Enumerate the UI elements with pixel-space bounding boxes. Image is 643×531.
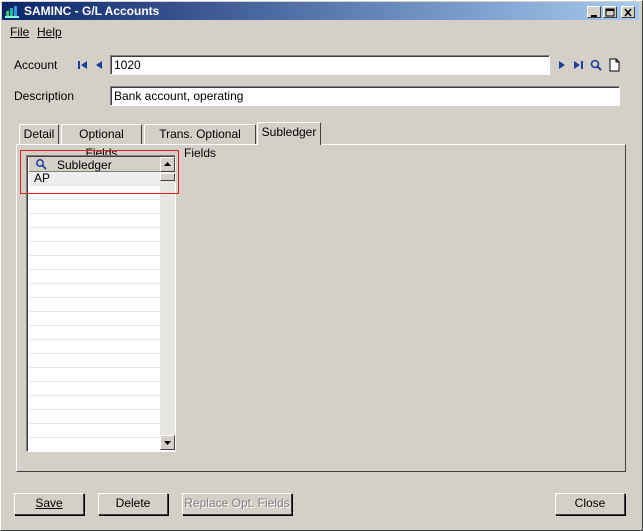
account-label: Account (14, 58, 58, 72)
table-row[interactable] (29, 340, 160, 354)
table-row[interactable] (29, 396, 160, 410)
description-input[interactable]: Bank account, operating (110, 86, 620, 106)
new-document-icon[interactable] (607, 58, 621, 72)
minimize-button[interactable] (587, 6, 601, 18)
save-button-label: Save (35, 496, 63, 510)
maximize-button[interactable] (603, 6, 617, 18)
tab-trans-optional-fields[interactable]: Trans. Optional Fields (144, 124, 256, 160)
menu-help[interactable]: Help (37, 24, 62, 40)
table-row[interactable] (29, 438, 160, 451)
table-row[interactable] (29, 326, 160, 340)
menu-file[interactable]: File (10, 24, 29, 40)
table-row[interactable] (29, 410, 160, 424)
tab-optional-fields[interactable]: Optional Fields (61, 124, 142, 160)
table-row[interactable] (29, 242, 160, 256)
last-record-icon[interactable] (571, 58, 585, 72)
maximize-icon (605, 8, 615, 17)
scroll-up-button[interactable] (160, 157, 175, 172)
tab-detail-label: Detail (23, 127, 55, 141)
table-row[interactable]: AP (29, 172, 160, 186)
window-title: SAMINC - G/L Accounts (24, 4, 160, 18)
table-row[interactable] (29, 312, 160, 326)
table-row[interactable] (29, 228, 160, 242)
subledger-grid[interactable]: Subledger AP (26, 155, 176, 452)
tab-detail[interactable]: Detail (19, 124, 59, 144)
previous-record-icon[interactable] (93, 58, 107, 72)
grid-search-icon[interactable] (35, 158, 48, 171)
table-row[interactable] (29, 382, 160, 396)
menu-file-label: File (10, 25, 30, 39)
scroll-down-button[interactable] (160, 435, 175, 450)
delete-button[interactable]: Delete (98, 493, 168, 515)
tab-subledger[interactable]: Subledger (257, 122, 321, 145)
tab-subledger-label: Subledger (261, 125, 317, 139)
account-input[interactable]: 1020 (110, 55, 550, 75)
description-label: Description (14, 89, 75, 103)
minimize-icon (591, 15, 597, 17)
table-row[interactable] (29, 284, 160, 298)
close-window-button[interactable] (621, 6, 635, 18)
table-row[interactable] (29, 354, 160, 368)
save-button[interactable]: Save (14, 493, 84, 515)
scroll-up-icon (164, 162, 171, 166)
grid-scrollbar[interactable] (160, 157, 175, 450)
next-record-icon[interactable] (555, 58, 569, 72)
table-row[interactable] (29, 186, 160, 200)
table-row[interactable] (29, 214, 160, 228)
table-row[interactable] (29, 424, 160, 438)
table-row[interactable] (29, 298, 160, 312)
menu-help-label: Help (37, 25, 62, 39)
grid-header[interactable]: Subledger (29, 157, 160, 172)
replace-opt-fields-button[interactable]: Replace Opt. Fields (182, 493, 292, 515)
title-bar[interactable]: SAMINC - G/L Accounts (2, 2, 639, 20)
first-record-icon[interactable] (76, 58, 90, 72)
table-row[interactable] (29, 200, 160, 214)
table-row[interactable] (29, 368, 160, 382)
replace-opt-fields-label: Replace Opt. Fields (184, 496, 290, 510)
app-icon (5, 6, 19, 18)
close-icon (624, 8, 632, 17)
scroll-down-icon (164, 441, 171, 445)
grid-cell: AP (34, 171, 51, 185)
grid-column-header: Subledger (57, 158, 112, 172)
delete-button-label: Delete (115, 496, 151, 510)
close-button[interactable]: Close (555, 493, 625, 515)
table-row[interactable] (29, 256, 160, 270)
scroll-thumb[interactable] (160, 173, 175, 181)
close-button-label: Close (574, 496, 606, 510)
finder-icon[interactable] (589, 58, 603, 72)
table-row[interactable] (29, 270, 160, 284)
